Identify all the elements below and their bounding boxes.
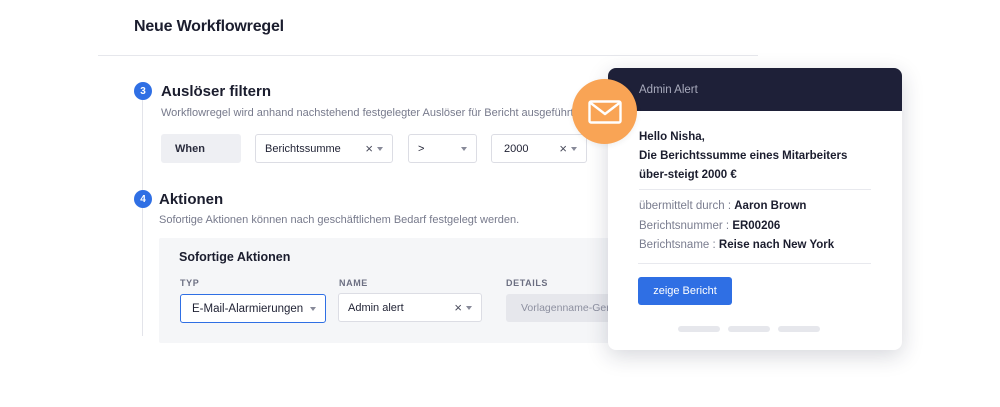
info-row-report-number: Berichtsnummer : ER00206 (639, 217, 871, 237)
immediate-actions-title: Sofortige Aktionen (179, 250, 291, 264)
alert-message: Die Berichtssumme eines Mitarbeiters übe… (639, 150, 848, 181)
chevron-down-icon[interactable] (571, 146, 577, 151)
chevron-down-icon[interactable] (466, 305, 472, 310)
mail-icon (572, 79, 637, 144)
trigger-section-description: Workflowregel wird anhand nachstehend fe… (161, 107, 577, 119)
column-details-header: DETAILS (506, 278, 549, 288)
chevron-down-icon[interactable] (377, 146, 383, 151)
show-report-button[interactable]: zeige Bericht (638, 277, 732, 305)
info-value: Aaron Brown (734, 200, 807, 212)
trigger-operator-select[interactable]: > (408, 134, 477, 163)
info-label: Berichtsname : (639, 239, 716, 251)
alert-info-list: übermittelt durch : Aaron Brown Berichts… (639, 197, 871, 256)
alert-card-header: Admin Alert (608, 68, 902, 111)
when-label: When (161, 134, 241, 163)
clear-icon[interactable]: × (454, 300, 462, 315)
mail-icon-glyph (587, 99, 622, 124)
actions-section-title: Aktionen (159, 191, 224, 208)
action-name-value: Admin alert (348, 301, 404, 314)
alert-divider (639, 189, 871, 190)
action-name-select[interactable]: Admin alert × (338, 293, 482, 322)
alert-greeting: Hello Nisha, (639, 131, 705, 143)
admin-alert-preview-card: Admin Alert Hello Nisha, Die Berichtssum… (608, 68, 902, 350)
alert-card-body: Hello Nisha, Die Berichtssumme eines Mit… (639, 128, 871, 256)
placeholder-bar (678, 326, 720, 332)
info-row-report-name: Berichtsname : Reise nach New York (639, 236, 871, 256)
actions-section-description: Sofortige Aktionen können nach geschäftl… (159, 214, 520, 226)
trigger-operator-value: > (418, 142, 425, 155)
info-value: ER00206 (732, 219, 781, 232)
step-4-badge: 4 (134, 190, 152, 208)
trigger-amount-select[interactable]: 2000 × (491, 134, 587, 163)
trigger-section-title: Auslöser filtern (161, 83, 272, 100)
alert-divider-bottom (638, 263, 871, 264)
column-type-header: TYP (180, 278, 200, 288)
trigger-field-value: Berichtssumme (265, 142, 341, 155)
trigger-amount-value: 2000 (504, 142, 529, 155)
placeholder-bar (778, 326, 820, 332)
chevron-down-icon[interactable] (310, 306, 316, 311)
info-value: Reise nach New York (718, 239, 835, 251)
header-divider (98, 55, 758, 56)
trigger-field-select[interactable]: Berichtssumme × (255, 134, 393, 163)
pagination-placeholder (678, 326, 820, 332)
placeholder-bar (728, 326, 770, 332)
clear-icon[interactable]: × (365, 141, 373, 156)
info-label: übermittelt durch : (639, 200, 732, 212)
chevron-down-icon[interactable] (461, 146, 467, 151)
info-row-submitted-by: übermittelt durch : Aaron Brown (639, 197, 871, 217)
column-name-header: NAME (339, 278, 368, 288)
action-type-select[interactable]: E-Mail-Alarmierungen (180, 294, 326, 323)
step-3-badge: 3 (134, 82, 152, 100)
action-type-value: E-Mail-Alarmierungen (192, 302, 304, 315)
steps-connector (142, 100, 143, 336)
page-title: Neue Workflowregel (134, 18, 284, 35)
clear-icon[interactable]: × (559, 141, 567, 156)
info-label: Berichtsnummer : (639, 219, 730, 232)
